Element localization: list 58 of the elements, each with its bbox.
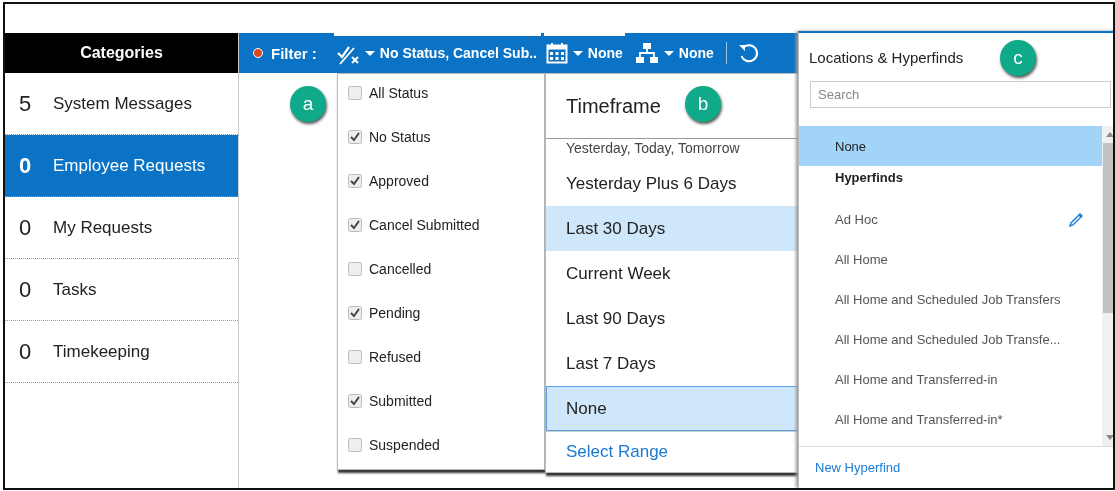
panel-title: Locations & Hyperfinds	[809, 48, 964, 66]
filter-dropdown[interactable]: None	[632, 33, 716, 73]
status-option[interactable]: Pending	[338, 298, 544, 342]
checkbox[interactable]	[348, 394, 362, 408]
caret-icon	[364, 50, 375, 56]
checkbox[interactable]	[348, 218, 362, 232]
timeframe-option[interactable]: Last 30 Days	[546, 206, 799, 251]
status-dot-icon	[253, 48, 263, 58]
category-label: My Requests	[53, 217, 153, 238]
timeframe-option[interactable]: None	[546, 386, 799, 431]
status-option[interactable]: No Status	[338, 122, 544, 166]
checkbox[interactable]	[348, 438, 362, 452]
category-label: Employee Requests	[53, 155, 206, 176]
search-field[interactable]: Search	[810, 81, 1111, 108]
timeframe-option[interactable]: Last 90 Days	[546, 296, 799, 341]
location-option[interactable]: All Home and Scheduled Job Transfe...	[799, 319, 1102, 359]
checkbox[interactable]	[348, 350, 362, 364]
checkbox[interactable]	[348, 174, 362, 188]
new-hyperfind-link[interactable]: New Hyperfind	[815, 460, 901, 475]
timeframe-option[interactable]: Last 7 Days	[546, 341, 799, 386]
location-option[interactable]: All Home	[799, 239, 1102, 279]
org-chart-icon	[634, 42, 659, 64]
caret-icon	[663, 50, 674, 56]
checkbox[interactable]	[348, 130, 362, 144]
timeframe-option[interactable]: Current Week	[546, 251, 799, 296]
category-count: 0	[19, 152, 33, 179]
checkbox[interactable]	[348, 262, 362, 276]
status-option[interactable]: Cancelled	[338, 254, 544, 298]
filter-label: Filter :	[271, 44, 317, 62]
caret-icon	[572, 50, 583, 56]
location-option[interactable]: All Home and Scheduled Job Transfers	[799, 279, 1102, 319]
category-label: Tasks	[53, 279, 97, 300]
categories-header: Categories	[5, 33, 238, 73]
category-count: 0	[19, 214, 33, 241]
calendar-icon	[545, 42, 568, 64]
location-option[interactable]: All Home and Transferred-in*	[799, 399, 1102, 439]
location-option[interactable]: All Home and Transferred-in	[799, 359, 1102, 399]
status-option[interactable]: Approved	[338, 166, 544, 210]
group-header: Hyperfinds	[834, 169, 904, 187]
pencil-icon[interactable]	[1068, 210, 1084, 228]
status-option[interactable]: All Status	[338, 78, 544, 122]
status-option[interactable]: Refused	[338, 342, 544, 386]
category-count: 5	[19, 90, 33, 117]
timeframe-option[interactable]: Yesterday, Today, Tomorrow	[546, 139, 799, 161]
checkbox[interactable]	[348, 86, 362, 100]
category-count: 0	[19, 276, 33, 303]
category-label: Timekeeping	[53, 341, 150, 362]
category-item[interactable]: 0 Employee Requests	[5, 135, 238, 197]
category-label: System Messages	[53, 93, 192, 114]
timeframe-option[interactable]: Yesterday Plus 6 Days	[546, 161, 799, 206]
callout-badge: a	[290, 86, 326, 122]
location-option[interactable]: None	[799, 126, 1102, 166]
status-option[interactable]: Cancel Submitted	[338, 210, 544, 254]
status-option[interactable]: Suspended	[338, 430, 544, 474]
category-count: 0	[19, 338, 33, 365]
status-option[interactable]: Submitted	[338, 386, 544, 430]
location-option[interactable]: Ad Hoc	[799, 199, 1102, 239]
checkbox[interactable]	[348, 306, 362, 320]
